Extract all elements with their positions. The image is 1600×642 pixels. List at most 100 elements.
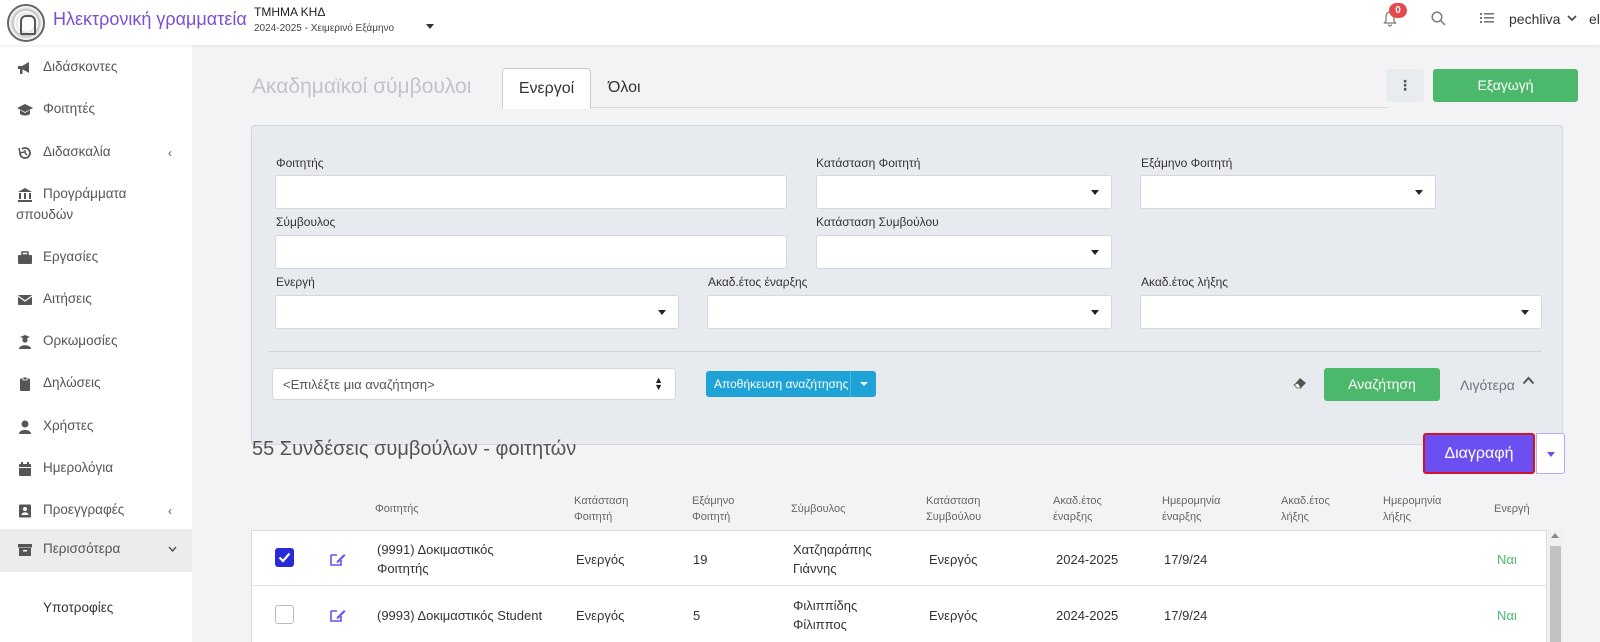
tab-active-advisors[interactable]: Ενεργοί	[502, 68, 591, 109]
edit-icon[interactable]	[330, 608, 346, 622]
sidebar-item-instructors[interactable]: Διδάσκοντες	[0, 59, 192, 81]
department-name[interactable]: ΤΜΗΜΑ ΚΗΔ	[254, 5, 325, 19]
saved-search-select[interactable]: <Επιλέξτε μια αναζήτηση> ▲ ▼	[272, 368, 676, 400]
cell-active: Ναι	[1497, 608, 1517, 623]
cell-semester: 19	[693, 552, 708, 567]
cell-semester: 5	[693, 608, 701, 623]
cell-start-date: 17/9/24	[1164, 552, 1208, 567]
notification-badge[interactable]: 0	[1389, 3, 1407, 18]
semester-selector[interactable]: 2024-2025 - Χειμερινό Εξάμηνο	[254, 23, 394, 34]
clipboard-icon	[20, 377, 30, 391]
sidebar-item-graduations[interactable]: Ορκωμοσίες	[0, 333, 192, 355]
sidebar-item-label: Διδασκαλία	[43, 144, 111, 159]
cell-start-date: 17/9/24	[1164, 608, 1208, 623]
graduation-cap-icon	[17, 104, 33, 116]
delete-button[interactable]: Διαγραφή	[1423, 433, 1535, 474]
page-title: Ακαδημαϊκοί σύμβουλοι	[252, 75, 472, 98]
sidebar-item-teaching[interactable]: Διδασκαλία ‹	[0, 144, 192, 166]
more-options-button[interactable]: ⋮	[1386, 69, 1424, 102]
column-header-advisor-status[interactable]: Κατάσταση Συμβούλου	[926, 493, 981, 525]
sidebar-item-label: Χρήστες	[43, 418, 94, 433]
search-button[interactable]: Αναζήτηση	[1324, 368, 1440, 401]
sidebar-item-label: Προεγγραφές	[43, 502, 125, 517]
sidebar-item-requests[interactable]: Αιτήσεις	[0, 291, 192, 313]
student-semester-select[interactable]	[1140, 175, 1436, 209]
advisor-filter-label: Σύμβουλος	[276, 215, 336, 229]
student-filter-input[interactable]	[275, 175, 787, 209]
sidebar-item-label-line2: σπουδών	[16, 207, 74, 222]
sidebar-item-declarations[interactable]: Δηλώσεις	[0, 375, 192, 397]
sidebar-subitem-scholarships[interactable]: Υποτροφίες	[43, 600, 113, 615]
sidebar-item-study-programs[interactable]: Προγράμματα σπουδών	[0, 186, 192, 230]
tabs-divider	[502, 107, 1387, 108]
sidebar-item-label: Δηλώσεις	[43, 375, 101, 390]
tab-all-advisors[interactable]: Όλοι	[608, 79, 641, 97]
cell-student-status: Ενεργός	[576, 608, 625, 623]
caret-down-icon[interactable]	[426, 24, 434, 29]
app-title[interactable]: Ηλεκτρονική γραμματεία	[53, 9, 247, 30]
sidebar-item-label: Προγράμματα	[43, 186, 127, 201]
chevron-down-icon	[168, 546, 177, 553]
cell-student: (9991) Δοκιμαστικός Φοιτητής	[377, 542, 494, 576]
column-header-active[interactable]: Ενεργή	[1494, 501, 1530, 517]
student-semester-filter-label: Εξάμηνο Φοιτητή	[1141, 156, 1233, 170]
column-header-student-semester[interactable]: Εξάμηνο Φοιτητή	[692, 493, 734, 525]
less-filters-link[interactable]: Λιγότερα	[1460, 377, 1515, 393]
sidebar-item-label: Αιτήσεις	[43, 291, 92, 306]
active-filter-label: Ενεργή	[276, 275, 315, 289]
row-checkbox-checked[interactable]	[275, 548, 294, 567]
cell-advisor: Χατζηαράπης Γιάννης	[793, 542, 872, 576]
sidebar-item-assignments[interactable]: Εργασίες	[0, 249, 192, 271]
cell-advisor-status: Ενεργός	[929, 608, 978, 623]
save-search-dropdown-toggle[interactable]	[850, 371, 876, 397]
sidebar-item-label: Περισσότερα	[43, 541, 121, 556]
column-header-start-date[interactable]: Ημερομηνία έναρξης	[1162, 493, 1220, 525]
list-icon[interactable]	[1480, 12, 1494, 24]
sidebar-item-label: Φοιτητές	[43, 101, 95, 116]
scrollbar-thumb[interactable]	[1550, 546, 1561, 642]
briefcase-icon	[18, 251, 32, 264]
export-button[interactable]: Εξαγωγή	[1433, 69, 1578, 102]
edit-icon[interactable]	[330, 552, 346, 566]
delete-dropdown-toggle[interactable]	[1536, 433, 1565, 474]
row-checkbox[interactable]	[275, 605, 294, 624]
updown-arrows-icon: ▲ ▼	[654, 375, 663, 392]
column-header-advisor[interactable]: Σύμβουλος	[791, 501, 845, 517]
chevron-up-icon[interactable]	[1522, 376, 1535, 385]
eraser-icon[interactable]	[1293, 377, 1307, 389]
scroll-up-arrow-icon[interactable]	[1551, 533, 1559, 538]
language-selector[interactable]: el	[1589, 11, 1600, 27]
graduate-user-icon	[19, 335, 31, 349]
search-icon[interactable]	[1431, 11, 1446, 26]
sidebar-item-more[interactable]: Περισσότερα	[0, 529, 192, 572]
advisor-filter-input[interactable]	[275, 235, 787, 269]
start-year-select[interactable]	[707, 295, 1112, 329]
active-select[interactable]	[275, 295, 679, 329]
sidebar-item-users[interactable]: Χρήστες	[0, 418, 192, 440]
end-year-select[interactable]	[1140, 295, 1542, 329]
megaphone-icon	[18, 62, 29, 74]
university-logo-icon[interactable]	[7, 4, 45, 42]
check-icon	[278, 552, 291, 563]
sidebar-item-preregistrations[interactable]: Προεγγραφές ‹	[0, 502, 192, 524]
sidebar-item-label: Ορκωμοσίες	[43, 333, 118, 348]
save-search-label: Αποθήκευση αναζήτησης	[714, 377, 849, 391]
column-header-student-status[interactable]: Κατάσταση Φοιτητή	[574, 493, 628, 525]
column-header-end-date[interactable]: Ημερομηνία λήξης	[1383, 493, 1441, 525]
chevron-down-icon[interactable]	[1567, 15, 1577, 22]
column-header-end-year[interactable]: Ακαδ.έτος λήξης	[1281, 493, 1330, 525]
sidebar-item-students[interactable]: Φοιτητές	[0, 101, 192, 123]
sidebar-item-calendars[interactable]: Ημερολόγια	[0, 460, 192, 482]
institution-icon	[18, 188, 32, 202]
column-header-start-year[interactable]: Ακαδ.έτος έναρξης	[1053, 493, 1102, 525]
advisor-status-select[interactable]	[816, 235, 1112, 269]
sidebar-item-label: Ημερολόγια	[43, 460, 114, 475]
student-status-select[interactable]	[816, 175, 1112, 209]
cell-advisor: Φιλιππίδης Φίλιππος	[793, 598, 858, 632]
sidebar: Διδάσκοντες Φοιτητές Διδασκαλία ‹ Προγρά…	[0, 45, 192, 642]
column-header-student[interactable]: Φοιτητής	[375, 501, 419, 517]
user-menu[interactable]: pechliva	[1509, 11, 1560, 27]
save-search-button[interactable]: Αποθήκευση αναζήτησης	[706, 371, 876, 397]
sidebar-item-label: Διδάσκοντες	[43, 59, 118, 74]
cell-advisor-status: Ενεργός	[929, 552, 978, 567]
